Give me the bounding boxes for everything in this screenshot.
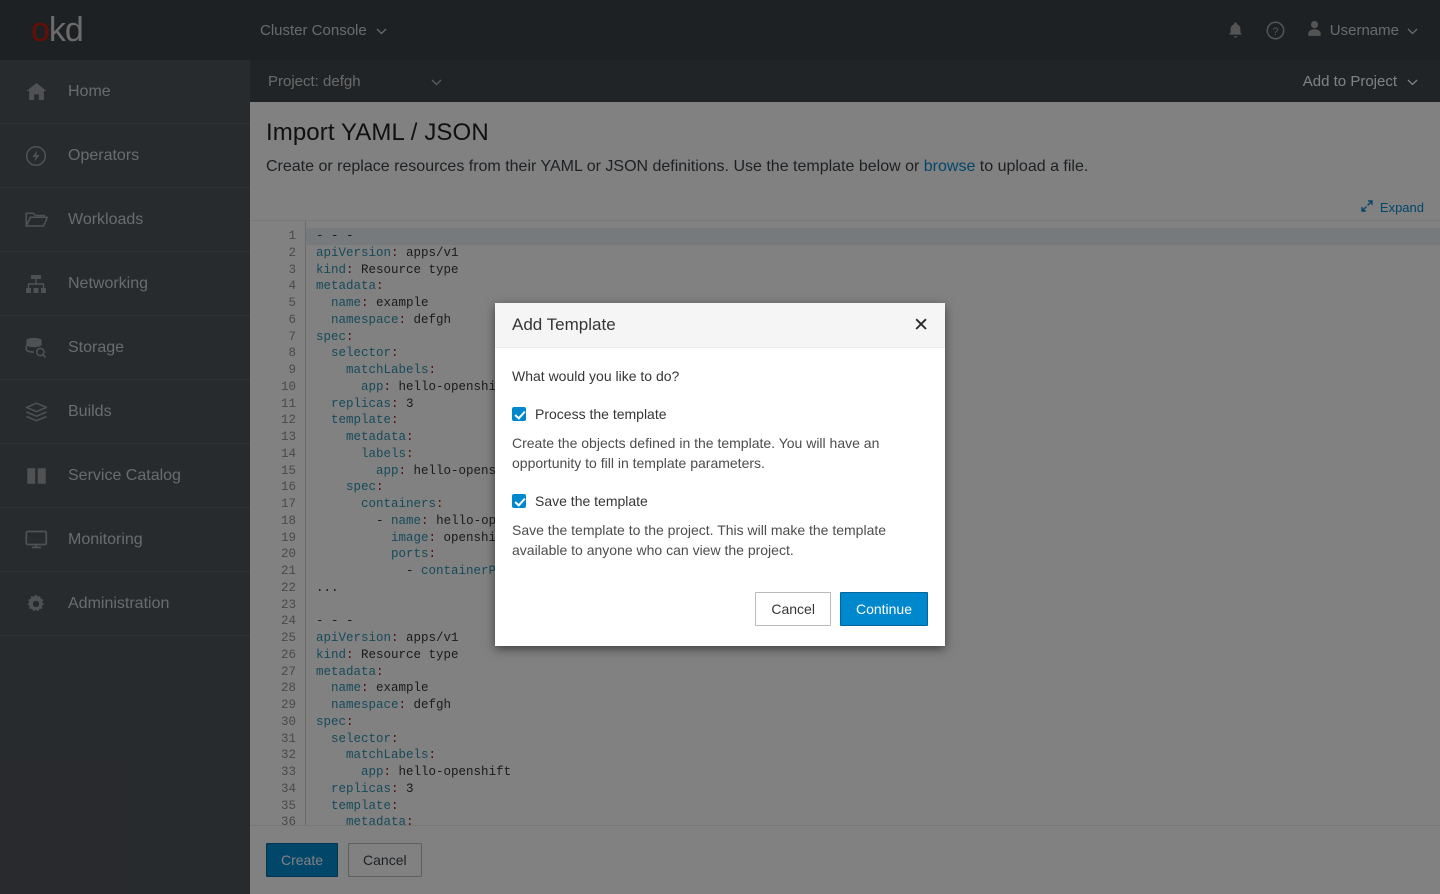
close-icon[interactable]: ✕ xyxy=(911,312,931,339)
process-template-help: Create the objects defined in the templa… xyxy=(512,435,880,471)
option-process-template-row[interactable]: Process the template xyxy=(512,406,928,422)
modal-question: What would you like to do? xyxy=(512,368,680,384)
app-root: okd Cluster Console ? Username xyxy=(0,0,1440,894)
modal-cancel-button[interactable]: Cancel xyxy=(755,592,831,626)
modal-continue-button[interactable]: Continue xyxy=(839,592,928,626)
modal-body: What would you like to do? Process the t… xyxy=(495,348,945,574)
save-template-help: Save the template to the project. This w… xyxy=(512,522,887,558)
modal-footer: Cancel Continue xyxy=(495,574,945,646)
add-template-modal: Add Template ✕ What would you like to do… xyxy=(495,303,945,646)
option-save-template-row[interactable]: Save the template xyxy=(512,493,928,509)
save-template-checkbox[interactable] xyxy=(512,494,526,508)
modal-title: Add Template xyxy=(512,315,616,334)
modal-header: Add Template ✕ xyxy=(495,303,945,348)
process-template-checkbox[interactable] xyxy=(512,407,526,421)
process-template-label[interactable]: Process the template xyxy=(535,406,667,422)
save-template-label[interactable]: Save the template xyxy=(535,493,648,509)
